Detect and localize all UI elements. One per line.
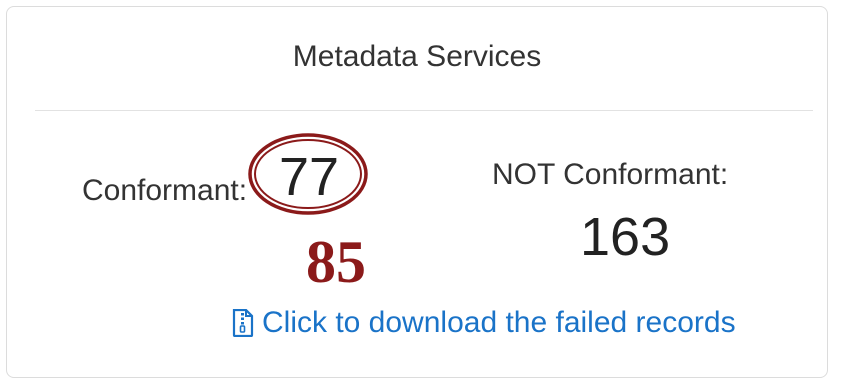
not-conformant-label: NOT Conformant: [492, 158, 729, 191]
header-divider [35, 110, 813, 111]
conformant-count: 77 [279, 147, 340, 207]
not-conformant-count: 163 [580, 207, 671, 267]
card-header: Metadata Services [7, 7, 827, 111]
file-zipper-icon [232, 309, 254, 337]
corrected-value-annotation: 85 [306, 229, 366, 295]
conformant-label: Conformant: [82, 174, 248, 207]
card-title: Metadata Services [292, 40, 542, 73]
download-link-label: Click to download the failed records [262, 306, 736, 339]
download-failed-records-link[interactable]: Click to download the failed records [232, 306, 736, 340]
